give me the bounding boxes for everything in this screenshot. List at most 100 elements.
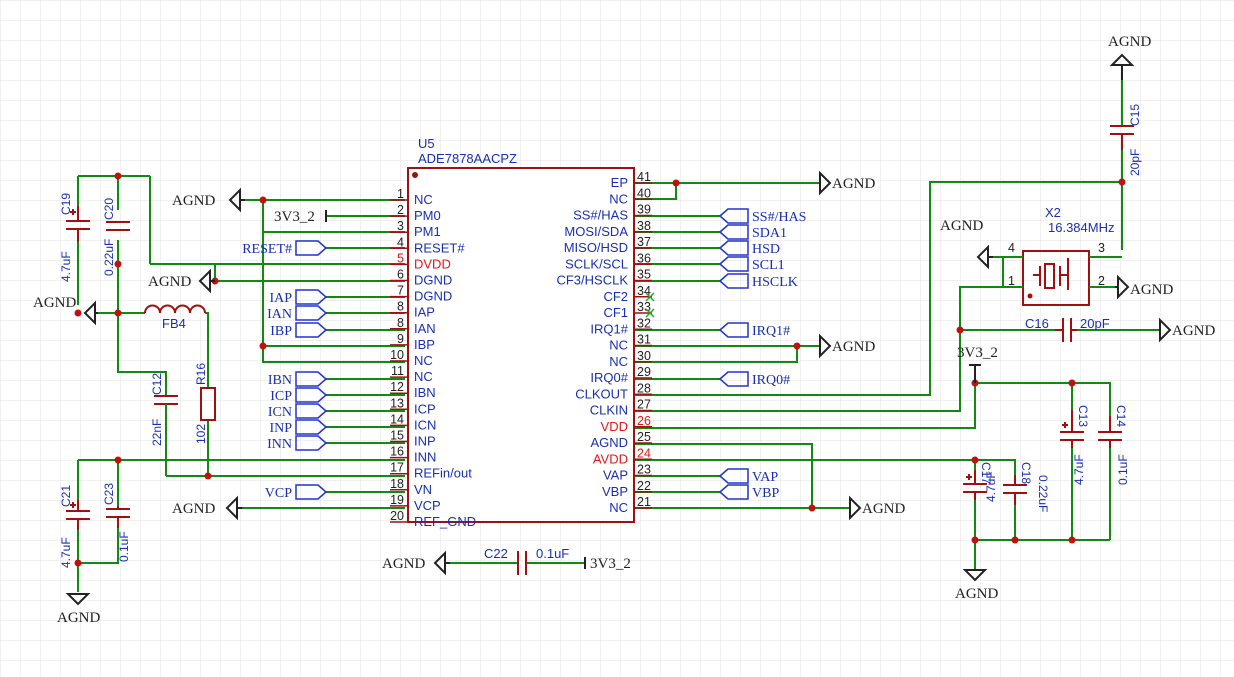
pin-name: IAP (414, 305, 435, 320)
pin-name: SCLK/SCL (565, 256, 628, 271)
svg-text:16.384MHz: 16.384MHz (1048, 220, 1114, 235)
pin-number: 4 (397, 235, 404, 249)
svg-text:AGND: AGND (940, 218, 983, 234)
net-port-label: INP (269, 421, 292, 436)
pin-name: VBP (602, 484, 628, 499)
pin-number: 3 (397, 219, 404, 233)
pin-number: 25 (637, 430, 651, 444)
net-port-label: HSD (752, 242, 780, 257)
net-port-label: RESET# (242, 242, 292, 257)
svg-text:102: 102 (194, 424, 208, 444)
pin-name: INP (414, 434, 436, 449)
svg-text:3V3_2: 3V3_2 (274, 209, 315, 225)
pin-number: 12 (390, 380, 404, 394)
svg-text:AGND: AGND (832, 176, 875, 192)
net-port-label: IAP (269, 291, 292, 306)
pin-number: 40 (637, 186, 651, 200)
svg-text:4.7uF: 4.7uF (59, 537, 73, 568)
pin-number: 29 (637, 365, 651, 379)
svg-text:22nF: 22nF (150, 419, 164, 446)
pin-name: CLKOUT (575, 386, 628, 401)
pin-number: 27 (637, 398, 651, 412)
net-port-label: INN (267, 437, 292, 452)
svg-text:C23: C23 (102, 483, 116, 505)
pin-number: 36 (637, 251, 651, 265)
pin-number: 2 (397, 203, 404, 217)
svg-text:C16: C16 (1025, 316, 1049, 331)
svg-text:0.22uF: 0.22uF (1036, 475, 1050, 512)
net-port-label: IAN (267, 307, 292, 322)
net-port-label: VAP (752, 470, 778, 485)
pin-number: 20 (390, 509, 404, 523)
pin-number: 10 (390, 348, 404, 362)
pin-name: NC (609, 191, 628, 206)
v33-label-c22: 3V3_2 (584, 556, 631, 572)
svg-text:4.7uF: 4.7uF (984, 471, 998, 502)
pin-name: IRQ0# (590, 370, 628, 385)
svg-text:0.1uF: 0.1uF (536, 546, 569, 561)
svg-text:C12: C12 (150, 373, 164, 395)
net-port-label: IRQ0# (752, 373, 790, 388)
pin-name: RESET# (414, 240, 465, 255)
svg-text:C14: C14 (1114, 405, 1128, 427)
pin-name: CF2 (603, 289, 628, 304)
pin-number: 26 (637, 414, 651, 428)
pin-name: VDD (601, 419, 628, 434)
pin-number: 6 (397, 268, 404, 282)
pin-number: 30 (637, 349, 651, 363)
pin-number: 22 (637, 479, 651, 493)
svg-text:C21: C21 (59, 485, 73, 507)
pin-number: 8 (397, 300, 404, 314)
pin-number: 21 (637, 495, 651, 509)
pin-number: 15 (390, 429, 404, 443)
svg-text:FB4: FB4 (162, 316, 186, 331)
svg-text:C15: C15 (1128, 104, 1142, 126)
pin-name: AGND (590, 435, 628, 450)
pin-name: PM0 (414, 208, 441, 223)
svg-text:AGND: AGND (1130, 282, 1173, 298)
pin-number: 41 (637, 170, 651, 184)
pin-name: ICP (414, 401, 436, 416)
u5-chip[interactable]: U5 ADE7878AACPZ 1 NC 2 PM0 3 PM1 4 RESET# 5 DVDD 6… (390, 136, 655, 529)
pin-number: 37 (637, 235, 651, 249)
pin-name: IBN (414, 385, 436, 400)
pin-name: REF_GND (414, 514, 476, 529)
u5-part-number: ADE7878AACPZ (418, 151, 517, 166)
net-port-label: VBP (752, 486, 779, 501)
pin-name: INN (414, 450, 436, 465)
svg-text:1: 1 (1008, 274, 1015, 288)
net-port-label: ICP (270, 389, 292, 404)
pin-name: IBP (414, 337, 435, 352)
pin-number: 5 (397, 251, 404, 265)
schematic-canvas: U5 ADE7878AACPZ 1 NC 2 PM0 3 PM1 4 RESET# 5 DVDD 6… (0, 0, 1234, 677)
svg-text:3: 3 (1098, 241, 1105, 255)
pin-name: VCP (414, 498, 441, 513)
pin-number: 16 (390, 445, 404, 459)
pin-name: NC (414, 369, 433, 384)
svg-text:AGND: AGND (955, 586, 998, 602)
pin-number: 23 (637, 463, 651, 477)
svg-text:0.1uF: 0.1uF (117, 531, 131, 562)
pin-number: 13 (390, 396, 404, 410)
svg-text:4: 4 (1008, 241, 1015, 255)
svg-text:C20: C20 (102, 198, 116, 220)
svg-text:AGND: AGND (862, 501, 905, 517)
pin-name: PM1 (414, 224, 441, 239)
net-port-label: SCL1 (752, 258, 785, 273)
pin-name: IAN (414, 321, 436, 336)
pin-number: 18 (390, 477, 404, 491)
pin-name: NC (414, 353, 433, 368)
pin-name: EP (611, 175, 628, 190)
svg-text:20pF: 20pF (1080, 316, 1110, 331)
pin-number: 35 (637, 268, 651, 282)
pin-number: 1 (397, 187, 404, 201)
svg-text:20pF: 20pF (1128, 149, 1142, 176)
pin-number: 28 (637, 381, 651, 395)
pin-number: 14 (390, 412, 404, 426)
svg-text:C19: C19 (59, 193, 73, 215)
pin-name: CF1 (603, 305, 628, 320)
pin-name: VAP (603, 468, 628, 483)
pin-name: DVDD (414, 256, 451, 271)
pin-name: IRQ1# (590, 321, 628, 336)
pin-number: 9 (397, 332, 404, 346)
